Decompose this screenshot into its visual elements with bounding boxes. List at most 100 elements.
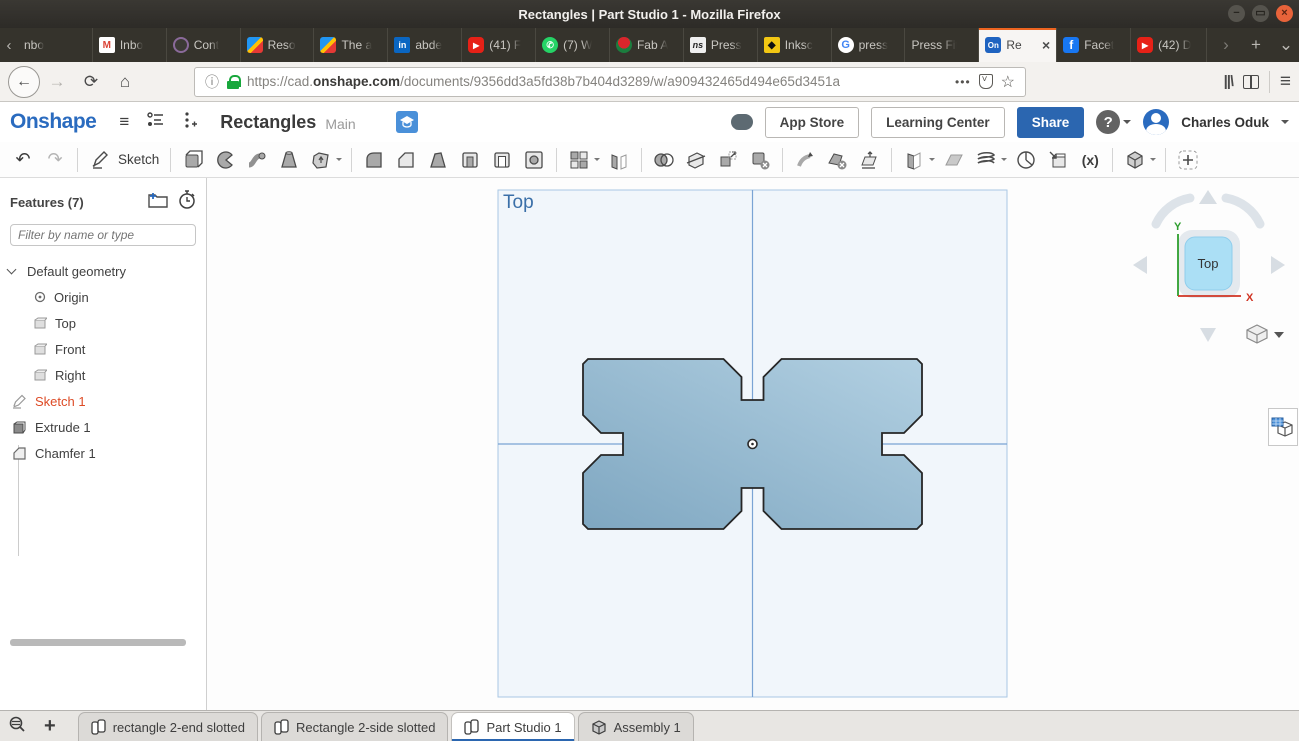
browser-tab[interactable]: ▶(42) D (1130, 28, 1204, 62)
derive-icon[interactable] (1043, 146, 1073, 174)
delete-part-icon[interactable] (745, 146, 775, 174)
close-tab-icon[interactable]: × (1042, 37, 1050, 53)
url-bar[interactable]: ⓘ https://cad.onshape.com/documents/9356… (194, 67, 1026, 97)
revolve-icon[interactable] (210, 146, 240, 174)
tree-item-right-plane[interactable]: Right (0, 362, 206, 388)
rib-icon[interactable] (455, 146, 485, 174)
undo-icon[interactable]: ↶ (8, 146, 38, 174)
learning-center-button[interactable]: Learning Center (871, 107, 1005, 138)
pocket-icon[interactable] (979, 74, 993, 89)
app-menu-icon[interactable]: ≡ (1280, 71, 1291, 93)
sweep-icon[interactable] (242, 146, 272, 174)
mirror-icon[interactable] (604, 146, 634, 174)
move-face-icon[interactable] (790, 146, 820, 174)
feature-dialog-flyout-button[interactable] (1268, 408, 1298, 446)
delete-face-icon[interactable] (822, 146, 852, 174)
redo-icon[interactable]: ↷ (40, 146, 70, 174)
tree-default-geometry[interactable]: Default geometry (0, 258, 206, 284)
reload-button[interactable]: ⟳ (74, 67, 108, 97)
tree-item-extrude1[interactable]: Extrude 1 (0, 414, 206, 440)
minimize-button[interactable]: − (1228, 5, 1245, 22)
draft-icon[interactable] (423, 146, 453, 174)
chevron-down-icon[interactable] (1150, 158, 1156, 164)
maximize-button[interactable]: ▭ (1252, 5, 1269, 22)
model-canvas[interactable]: Top Top Y X (207, 178, 1299, 710)
avatar[interactable] (1143, 109, 1169, 135)
help-icon[interactable]: ? (1096, 110, 1120, 134)
browser-tab[interactable]: nsPress (683, 28, 757, 62)
branch-icon[interactable] (183, 111, 197, 134)
sidebar-toggle-icon[interactable] (1243, 75, 1259, 89)
bookmark-star-icon[interactable]: ☆ (1001, 72, 1015, 92)
browser-tab[interactable]: Press Fit (904, 28, 978, 62)
horizontal-scrollbar[interactable] (10, 639, 186, 646)
window-titlebar[interactable]: Rectangles | Part Studio 1 - Mozilla Fir… (0, 0, 1299, 28)
document-title[interactable]: Rectangles (220, 112, 316, 133)
chevron-down-icon[interactable] (7, 265, 17, 275)
rotate-right-arrow[interactable] (1226, 198, 1260, 224)
scroll-tabs-left-icon[interactable]: ‹ (0, 28, 18, 62)
split-icon[interactable] (681, 146, 711, 174)
back-button[interactable]: ← (8, 66, 40, 98)
tree-item-origin[interactable]: Origin (0, 284, 206, 310)
browser-tab[interactable]: fFacet (1056, 28, 1130, 62)
section-view-icon[interactable] (1120, 146, 1150, 174)
site-info-icon[interactable]: ⓘ (205, 72, 219, 92)
rotate-west-arrow[interactable] (1133, 256, 1147, 274)
replace-face-icon[interactable] (854, 146, 884, 174)
rotate-left-arrow[interactable] (1156, 198, 1190, 224)
variable-icon[interactable]: (x) (1075, 146, 1105, 174)
chevron-down-icon[interactable] (336, 158, 342, 164)
doc-tab-part-studio-1[interactable]: Part Studio 1 (451, 712, 574, 741)
surface-icon[interactable] (899, 146, 929, 174)
scroll-tabs-right-icon[interactable]: › (1213, 35, 1239, 55)
rollback-timer-icon[interactable] (178, 190, 196, 214)
shell-icon[interactable] (487, 146, 517, 174)
rotate-east-arrow[interactable] (1271, 256, 1285, 274)
page-actions-icon[interactable]: ••• (955, 75, 971, 89)
new-tab-button[interactable]: + (1243, 35, 1269, 55)
filter-input[interactable] (10, 224, 196, 246)
chevron-down-icon[interactable] (594, 158, 600, 164)
browser-tab[interactable]: Gpress (831, 28, 905, 62)
sketch-icon[interactable] (85, 146, 115, 174)
loft-icon[interactable] (274, 146, 304, 174)
boolean-icon[interactable] (649, 146, 679, 174)
forward-button[interactable]: → (40, 67, 74, 97)
browser-tab[interactable]: nbo (18, 28, 92, 62)
rotate-up-arrow[interactable] (1199, 190, 1217, 204)
linear-pattern-icon[interactable] (564, 146, 594, 174)
new-document-tab-button[interactable]: + (44, 715, 56, 738)
extrude-icon[interactable] (178, 146, 208, 174)
versions-icon[interactable] (147, 112, 165, 133)
tree-item-front-plane[interactable]: Front (0, 336, 206, 362)
browser-tab[interactable]: Cont (166, 28, 240, 62)
chevron-down-icon[interactable] (929, 158, 935, 164)
helix-icon[interactable] (971, 146, 1001, 174)
browser-tab[interactable]: Reso (240, 28, 314, 62)
url-text[interactable]: https://cad.onshape.com/documents/9356dd… (247, 74, 947, 89)
user-name[interactable]: Charles Oduk (1181, 115, 1269, 130)
document-menu-icon[interactable]: ≡ (119, 112, 129, 132)
add-folder-icon[interactable] (148, 192, 168, 213)
fillet-icon[interactable] (359, 146, 389, 174)
doc-tab-assembly-1[interactable]: Assembly 1 (578, 712, 694, 741)
library-icon[interactable]: ||\ (1223, 73, 1233, 90)
browser-tab[interactable]: ▶(41) F (461, 28, 535, 62)
doc-tab-rect-2-end[interactable]: rectangle 2-end slotted (78, 712, 258, 741)
workspace-name[interactable]: Main (325, 116, 355, 132)
comment-icon[interactable] (731, 114, 753, 130)
browser-tab[interactable]: ✆(7) W (535, 28, 609, 62)
view-cube[interactable]: Top Y X (1128, 184, 1298, 346)
help-menu[interactable]: ? (1096, 110, 1131, 134)
chevron-down-icon[interactable] (1001, 158, 1007, 164)
browser-tab[interactable]: The a (313, 28, 387, 62)
browser-tab[interactable]: ◆Inksc (757, 28, 831, 62)
home-button[interactable]: ⌂ (108, 67, 142, 97)
hole-icon[interactable] (519, 146, 549, 174)
thicken-icon[interactable] (306, 146, 336, 174)
tree-item-chamfer1[interactable]: Chamfer 1 (0, 440, 206, 466)
browser-tab[interactable]: inabde (387, 28, 461, 62)
list-tabs-icon[interactable]: ⌄ (1273, 35, 1299, 55)
rotate-down-arrow[interactable] (1200, 328, 1216, 342)
